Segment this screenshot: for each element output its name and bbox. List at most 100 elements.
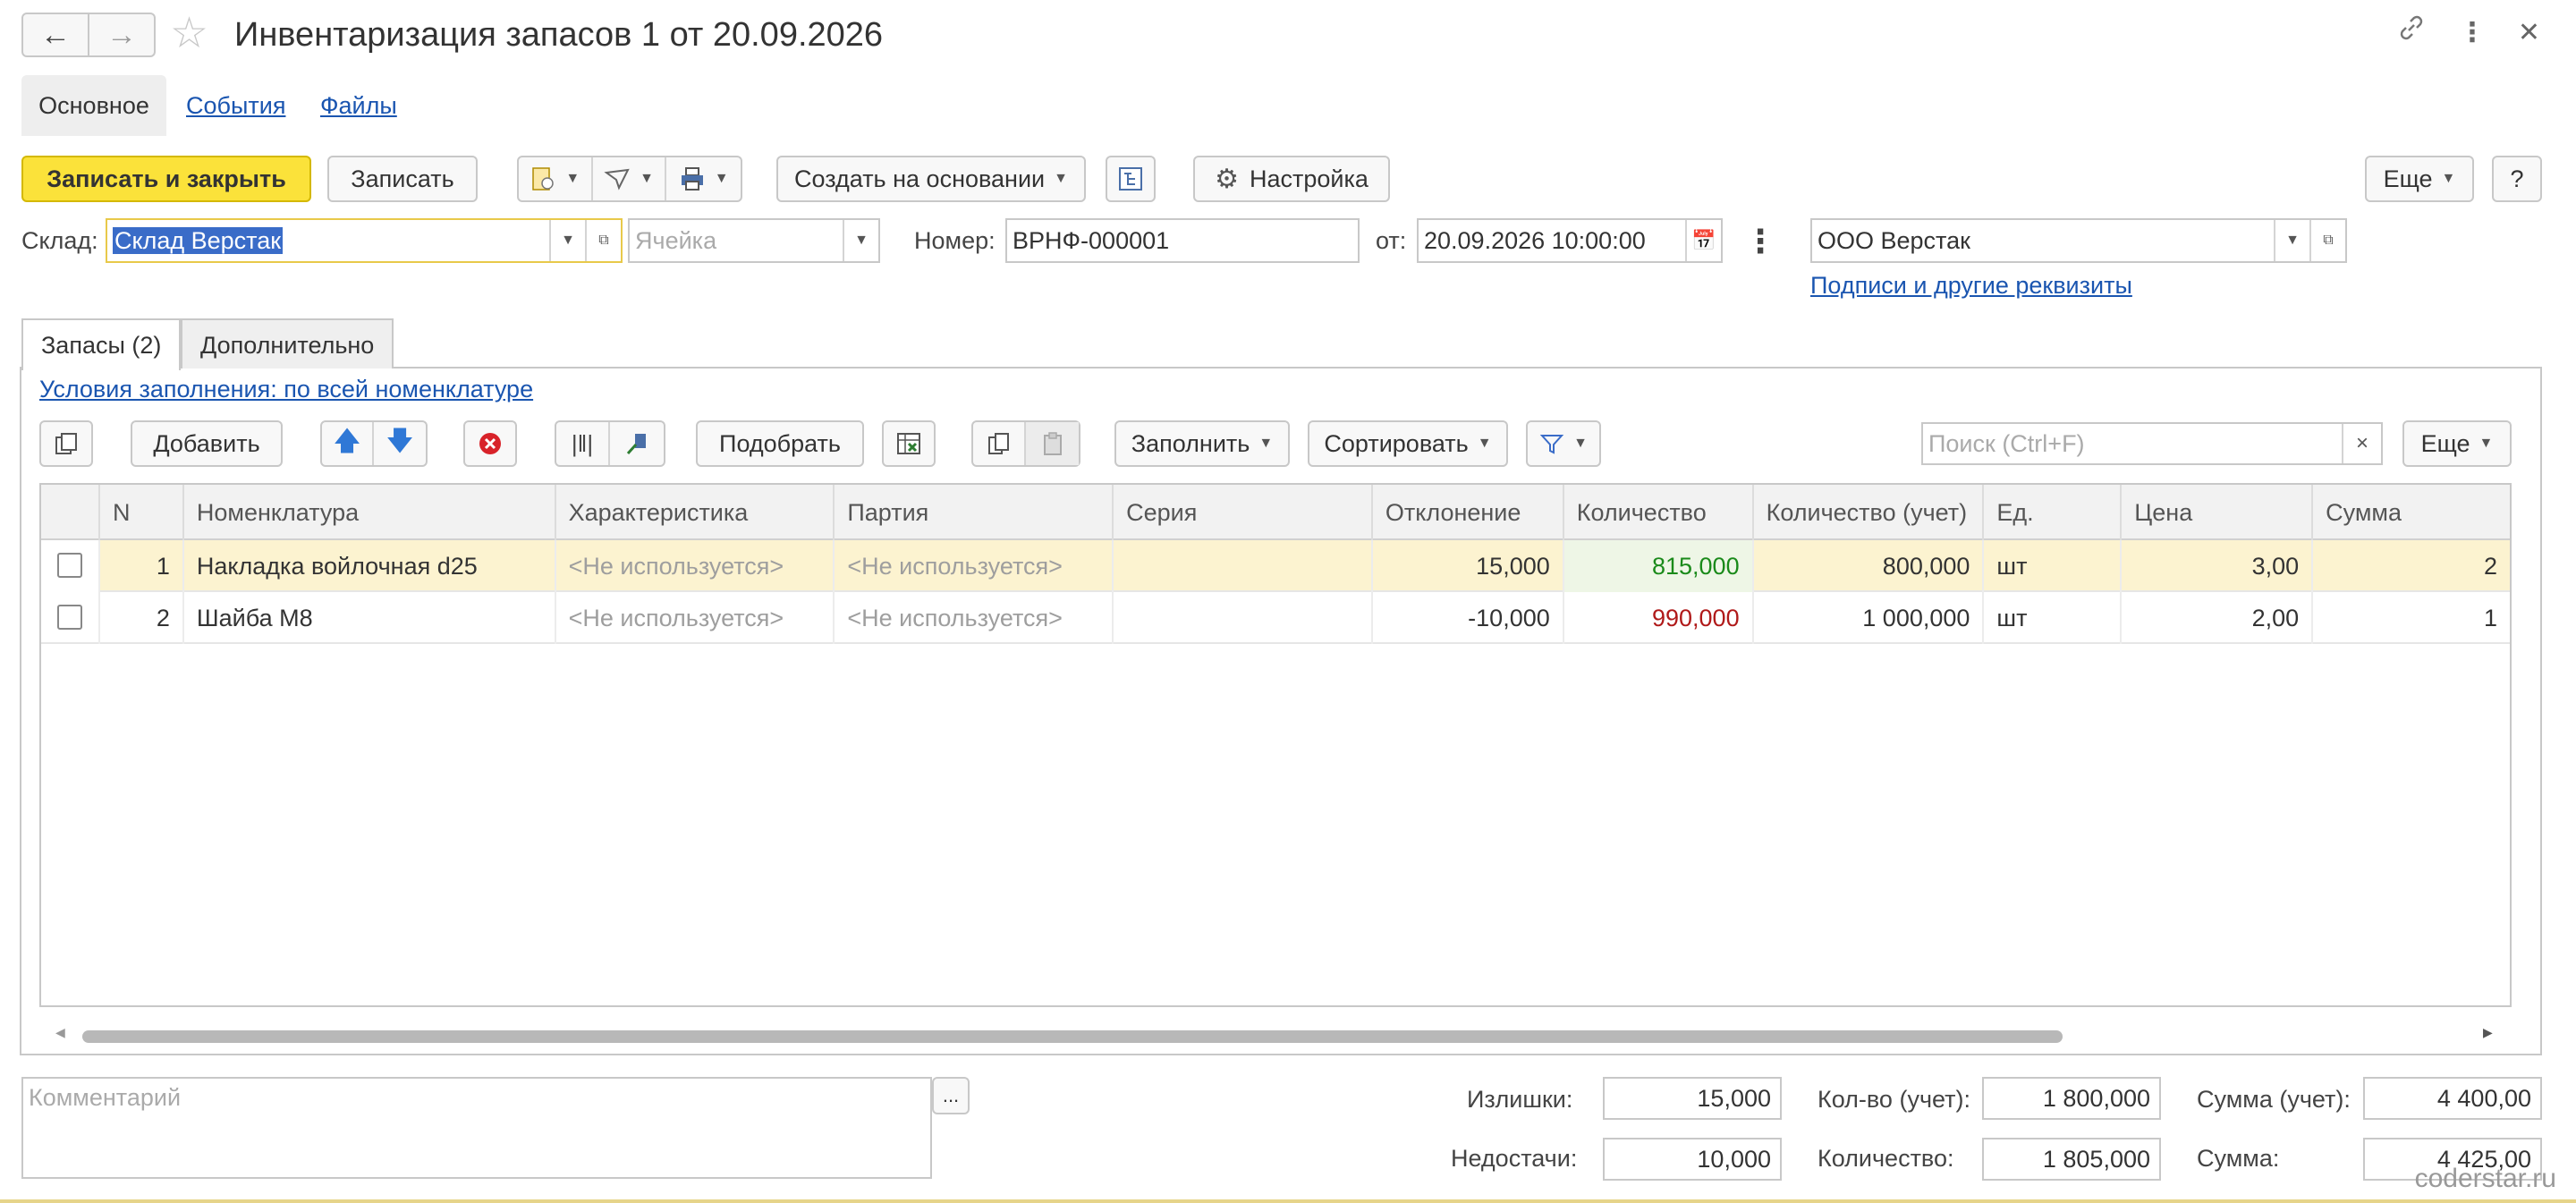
column-header-deviation[interactable]: Отклонение bbox=[1373, 485, 1564, 540]
column-header-item[interactable]: Номенклатура bbox=[184, 485, 556, 540]
add-row-button[interactable]: Добавить bbox=[131, 420, 283, 467]
chevron-down-icon[interactable]: ▼ bbox=[843, 220, 878, 261]
fill-button[interactable]: Заполнить ▼ bbox=[1114, 420, 1290, 467]
horizontal-scrollbar[interactable] bbox=[82, 1030, 2063, 1043]
cell-characteristic[interactable]: <Не используется> bbox=[556, 540, 835, 592]
structure-button[interactable] bbox=[1106, 156, 1156, 202]
table-more-button[interactable]: Еще ▼ bbox=[2402, 420, 2512, 467]
warehouse-field[interactable]: Склад Верстак ▼ ⧉ bbox=[106, 218, 623, 263]
row-checkbox[interactable] bbox=[56, 605, 82, 630]
cell-item[interactable]: Шайба М8 bbox=[184, 592, 556, 644]
qty-accounting-label: Кол-во (учет): bbox=[1818, 1086, 1970, 1113]
create-based-on-button[interactable]: Создать на основании ▼ bbox=[776, 156, 1086, 202]
comment-field[interactable]: Комментарий bbox=[21, 1077, 932, 1179]
organization-field[interactable]: ООО Верстак ▼ ⧉ bbox=[1810, 218, 2347, 263]
tab-additional[interactable]: Дополнительно bbox=[181, 318, 394, 369]
sort-button[interactable]: Сортировать ▼ bbox=[1308, 420, 1508, 467]
tab-main[interactable]: Основное bbox=[21, 75, 166, 136]
column-header-sum[interactable]: Сумма bbox=[2313, 485, 2510, 540]
cell-quantity[interactable]: 815,000 bbox=[1563, 540, 1754, 592]
column-header-quantity[interactable]: Количество bbox=[1564, 485, 1754, 540]
cell-n: 2 bbox=[100, 592, 184, 644]
tab-files[interactable]: Файлы bbox=[320, 75, 397, 136]
fill-conditions-link[interactable]: Условия заполнения: по всей номенклатуре bbox=[39, 376, 533, 403]
organization-value: ООО Верстак bbox=[1818, 226, 1970, 254]
cell-batch[interactable]: <Не используется> bbox=[835, 592, 1114, 644]
save-and-close-button[interactable]: Записать и закрыть bbox=[21, 156, 311, 202]
cell-series[interactable] bbox=[1114, 540, 1373, 592]
cell-sum: 2 bbox=[2483, 553, 2497, 580]
scroll-left-icon[interactable]: ◀ bbox=[55, 1025, 65, 1040]
column-header-n[interactable]: N bbox=[100, 485, 184, 540]
stocks-table: N Номенклатура Характеристика Партия Сер… bbox=[39, 483, 2512, 1007]
number-field[interactable]: ВРНФ-000001 bbox=[1005, 218, 1360, 263]
link-icon[interactable] bbox=[2396, 13, 2427, 55]
cell-quantity[interactable]: 990,000 bbox=[1564, 592, 1754, 644]
calendar-icon[interactable]: 📅 bbox=[1685, 220, 1721, 261]
cell-price[interactable]: 2,00 bbox=[2122, 592, 2314, 644]
bottom-border bbox=[0, 1199, 2576, 1203]
arrow-down-icon[interactable]: 🡇 bbox=[374, 422, 426, 465]
date-field[interactable]: 20.09.2026 10:00:00 📅 bbox=[1417, 218, 1723, 263]
column-header-unit[interactable]: Ед. bbox=[1984, 485, 2123, 540]
printer-icon bbox=[681, 167, 703, 191]
arrow-up-icon[interactable]: 🡅 bbox=[322, 422, 374, 465]
open-icon[interactable]: ⧉ bbox=[585, 220, 621, 261]
copy-icon bbox=[55, 433, 77, 454]
open-icon[interactable]: ⧉ bbox=[2309, 220, 2345, 261]
cell-characteristic[interactable]: <Не используется> bbox=[556, 592, 835, 644]
table-row[interactable]: 1 Накладка войлочная d25 <Не используетс… bbox=[41, 540, 2510, 592]
cell-unit[interactable]: шт bbox=[1984, 540, 2123, 592]
more-vertical-icon[interactable]: ⋮ bbox=[2459, 13, 2486, 55]
comment-edit-button[interactable]: ... bbox=[932, 1077, 970, 1114]
back-arrow-icon[interactable]: ← bbox=[23, 14, 88, 55]
more-vertical-icon[interactable]: ⋮ bbox=[1744, 222, 1776, 261]
cell-batch[interactable]: <Не используется> bbox=[835, 540, 1114, 592]
copy-icon[interactable] bbox=[973, 422, 1027, 465]
cell-field[interactable]: Ячейка ▼ bbox=[628, 218, 880, 263]
cell-item[interactable]: Накладка войлочная d25 bbox=[184, 540, 556, 592]
cell-series[interactable] bbox=[1114, 592, 1373, 644]
filter-dropdown-button[interactable]: ▼ bbox=[593, 157, 667, 200]
document-icon bbox=[532, 167, 555, 191]
chevron-down-icon: ▼ bbox=[714, 171, 729, 186]
search-input[interactable]: Поиск (Ctrl+F) × bbox=[1921, 422, 2383, 465]
save-button[interactable]: Записать bbox=[327, 156, 478, 202]
tab-stocks[interactable]: Запасы (2) bbox=[21, 318, 182, 370]
scroll-right-icon[interactable]: ▶ bbox=[2483, 1025, 2493, 1040]
help-button[interactable]: ? bbox=[2492, 156, 2542, 202]
signatures-link[interactable]: Подписи и другие реквизиты bbox=[1810, 272, 2132, 300]
favorite-star-icon[interactable]: ☆ bbox=[170, 11, 208, 57]
row-checkbox-cell bbox=[41, 540, 100, 592]
column-header-series[interactable]: Серия bbox=[1114, 485, 1373, 540]
barcode-icon[interactable]: |‖| bbox=[556, 422, 610, 465]
column-header-quantity-accounting[interactable]: Количество (учет) bbox=[1754, 485, 1985, 540]
filter-button[interactable]: ▼ bbox=[1526, 420, 1601, 467]
print-button[interactable]: ▼ bbox=[666, 157, 741, 200]
column-header-price[interactable]: Цена bbox=[2122, 485, 2314, 540]
column-header-characteristic[interactable]: Характеристика bbox=[556, 485, 835, 540]
cell-unit[interactable]: шт bbox=[1984, 592, 2123, 644]
paste-icon[interactable] bbox=[1026, 422, 1079, 465]
history-nav: ← → bbox=[21, 13, 156, 57]
document-actions-group: ▼ ▼ ▼ bbox=[517, 156, 742, 202]
scanner-icon[interactable] bbox=[610, 422, 664, 465]
document-report-button[interactable]: ▼ bbox=[519, 157, 593, 200]
more-button[interactable]: Еще ▼ bbox=[2365, 156, 2474, 202]
copy-rows-button[interactable] bbox=[39, 420, 93, 467]
chevron-down-icon[interactable]: ▼ bbox=[2274, 220, 2309, 261]
tab-events[interactable]: События bbox=[186, 75, 285, 136]
column-header-batch[interactable]: Партия bbox=[835, 485, 1114, 540]
delete-row-button[interactable] bbox=[463, 420, 517, 467]
cell-price[interactable]: 3,00 bbox=[2122, 540, 2314, 592]
row-checkbox[interactable] bbox=[56, 553, 82, 578]
table-row[interactable]: 2 Шайба М8 <Не используется> <Не использ… bbox=[41, 592, 2510, 644]
close-icon[interactable]: ✕ bbox=[2518, 13, 2540, 55]
chevron-down-icon[interactable]: ▼ bbox=[549, 220, 585, 261]
settings-button[interactable]: ⚙ Настройка bbox=[1193, 156, 1390, 202]
pick-button[interactable]: Подобрать bbox=[696, 420, 864, 467]
load-from-excel-button[interactable] bbox=[882, 420, 936, 467]
clear-search-icon[interactable]: × bbox=[2342, 424, 2381, 463]
gear-icon: ⚙ bbox=[1215, 164, 1239, 194]
forward-arrow-icon[interactable]: → bbox=[88, 14, 154, 55]
